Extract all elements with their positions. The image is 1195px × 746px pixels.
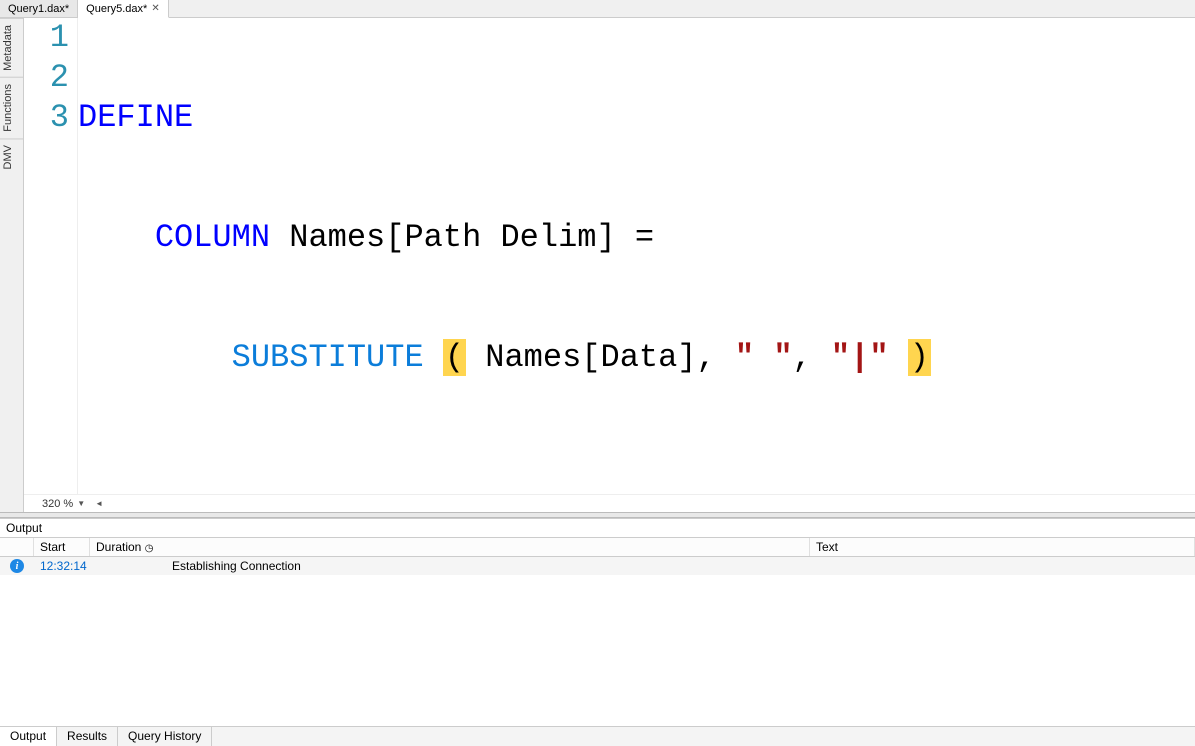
col-header-start[interactable]: Start (34, 538, 90, 556)
output-grid-body: i 12:32:14 Establishing Connection (0, 557, 1195, 726)
line-number-gutter: 1 2 3 (24, 18, 78, 494)
function-token: SUBSTITUTE (232, 339, 424, 376)
info-icon: i (10, 559, 24, 573)
string-token: "|" (831, 339, 889, 376)
code-line: SUBSTITUTE ( Names[Data], " ", "|" ) (78, 338, 1195, 378)
text-token: Names[Data], (466, 339, 735, 376)
keyword-token: COLUMN (155, 219, 270, 256)
row-status-cell: i (0, 557, 34, 575)
zoom-level[interactable]: 320 % (42, 498, 73, 510)
side-tab-bar: Metadata Functions DMV (0, 18, 24, 512)
side-tab-functions[interactable]: Functions (0, 77, 23, 138)
main-area: Metadata Functions DMV 1 2 3 DEFINE COLU… (0, 18, 1195, 512)
code-line: DEFINE (78, 98, 1195, 138)
bottom-tab-bar: Output Results Query History (0, 726, 1195, 746)
text-token: Names[Path Delim] = (270, 219, 654, 256)
output-panel: Output Start Duration ◷ Text i 12:32:14 … (0, 518, 1195, 726)
paren-highlight: ( (443, 339, 466, 376)
file-tab-label: Query1.dax* (8, 3, 69, 15)
clock-icon: ◷ (145, 543, 154, 554)
code-editor[interactable]: 1 2 3 DEFINE COLUMN Names[Path Delim] = … (24, 18, 1195, 494)
chevron-down-icon[interactable]: ▼ (77, 499, 85, 508)
bottom-tab-query-history[interactable]: Query History (118, 727, 212, 746)
file-tab-bar: Query1.dax* Query5.dax* ✕ (0, 0, 1195, 18)
file-tab-label: Query5.dax* (86, 3, 147, 15)
row-duration-cell (90, 564, 166, 568)
file-tab-query1[interactable]: Query1.dax* (0, 0, 78, 17)
string-token: " " (735, 339, 793, 376)
row-start-cell: 12:32:14 (34, 557, 90, 575)
row-text-cell: Establishing Connection (166, 557, 1195, 575)
col-header-duration[interactable]: Duration ◷ (90, 538, 810, 556)
side-tab-dmv[interactable]: DMV (0, 138, 23, 175)
side-tab-metadata[interactable]: Metadata (0, 18, 23, 77)
chevron-left-icon[interactable]: ◄ (95, 499, 103, 508)
col-header-text[interactable]: Text (810, 538, 1195, 556)
panel-title: Output (0, 519, 1195, 537)
col-header-icon[interactable] (0, 538, 34, 556)
code-content[interactable]: DEFINE COLUMN Names[Path Delim] = SUBSTI… (78, 18, 1195, 494)
bottom-tab-results[interactable]: Results (57, 727, 118, 746)
keyword-token: DEFINE (78, 99, 193, 136)
table-row[interactable]: i 12:32:14 Establishing Connection (0, 557, 1195, 575)
line-number: 3 (24, 98, 69, 138)
line-number: 1 (24, 18, 69, 58)
output-grid-header: Start Duration ◷ Text (0, 537, 1195, 557)
paren-highlight: ) (908, 339, 931, 376)
bottom-tab-output[interactable]: Output (0, 727, 57, 746)
file-tab-query5[interactable]: Query5.dax* ✕ (78, 0, 169, 18)
code-line: COLUMN Names[Path Delim] = (78, 218, 1195, 258)
zoom-bar: 320 % ▼ ◄ (24, 494, 1195, 512)
line-number: 2 (24, 58, 69, 98)
editor-pane: 1 2 3 DEFINE COLUMN Names[Path Delim] = … (24, 18, 1195, 512)
close-icon[interactable]: ✕ (151, 3, 159, 14)
